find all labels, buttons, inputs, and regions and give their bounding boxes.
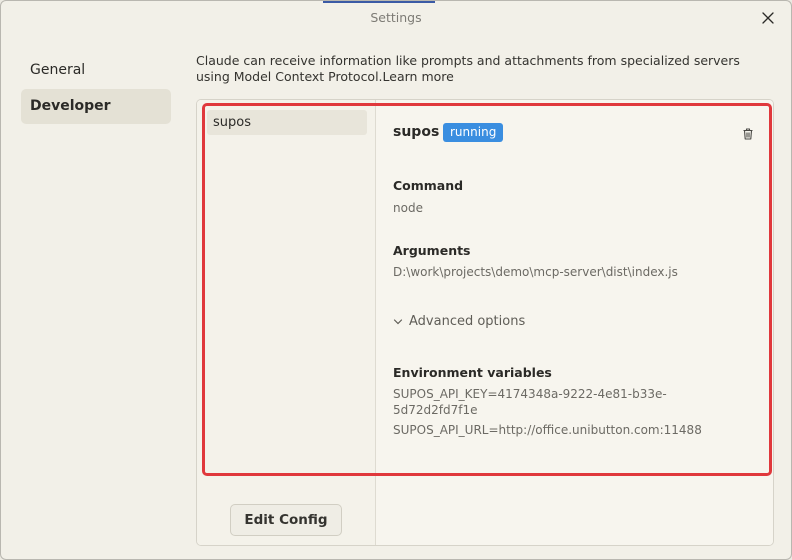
command-value: node (393, 201, 423, 215)
settings-window: Settings General Developer Claude can re… (0, 0, 792, 560)
arguments-value: D:\work\projects\demo\mcp-server\dist\in… (393, 265, 678, 279)
status-badge: running (443, 123, 504, 142)
window-title: Settings (370, 10, 422, 25)
edit-config-button[interactable]: Edit Config (230, 504, 342, 536)
trash-icon (743, 128, 753, 140)
server-list-item[interactable]: supos (207, 110, 367, 135)
sidebar-item-general[interactable]: General (21, 53, 171, 88)
close-button[interactable] (758, 8, 778, 28)
environment-variables-label: Environment variables (393, 365, 552, 380)
env-var-api-url: SUPOS_API_URL=http://office.unibutton.co… (393, 423, 702, 437)
chevron-down-icon (393, 318, 403, 324)
env-var-api-key: SUPOS_API_KEY=4174348a-9222-4e81-b33e-5d… (393, 387, 667, 417)
arguments-label: Arguments (393, 243, 471, 258)
intro-description: Claude can receive information like prom… (196, 53, 740, 84)
intro-text: Claude can receive information like prom… (196, 53, 756, 85)
title-accent-strip (323, 1, 435, 3)
advanced-options-toggle[interactable]: Advanced options (393, 314, 525, 329)
sidebar-item-developer[interactable]: Developer (21, 89, 171, 124)
server-list-pane: supos Edit Config (197, 100, 376, 545)
advanced-options-label: Advanced options (409, 314, 526, 329)
mcp-servers-panel: supos Edit Config supos running Command … (196, 99, 774, 546)
server-detail-pane: supos running Command node Arguments D:\… (376, 100, 773, 545)
server-name: supos (393, 124, 440, 140)
close-icon (762, 12, 774, 24)
command-label: Command (393, 178, 464, 193)
delete-server-button[interactable] (741, 126, 755, 140)
learn-more-link[interactable]: Learn more (383, 69, 454, 84)
